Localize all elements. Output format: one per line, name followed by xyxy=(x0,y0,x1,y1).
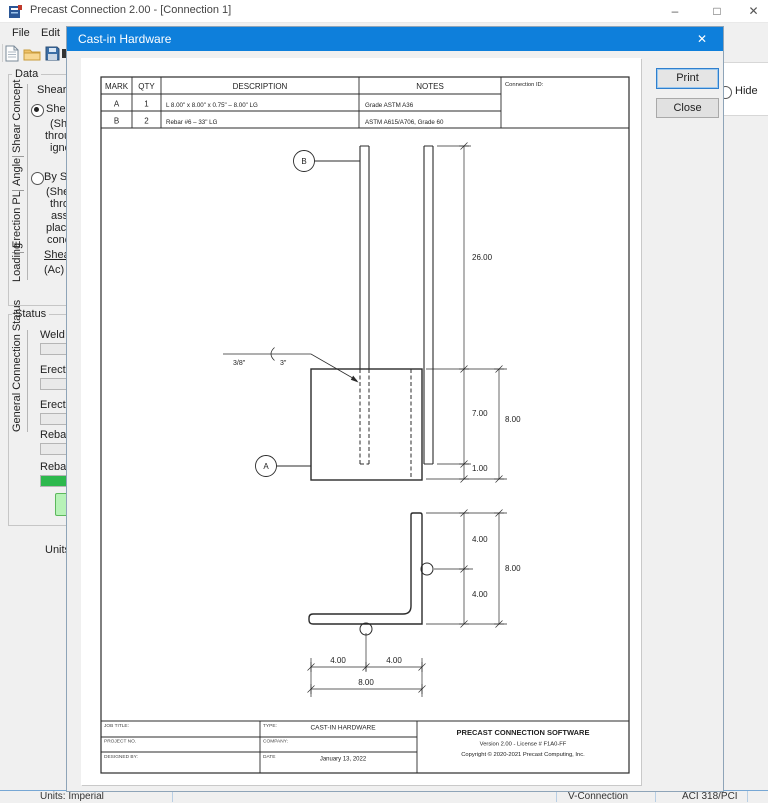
tabstrip-edge xyxy=(27,330,28,432)
new-document-icon[interactable] xyxy=(5,45,19,67)
row-a-mark: A xyxy=(114,100,120,109)
statusbar-separator xyxy=(747,791,748,802)
toolbar-grip xyxy=(2,44,3,62)
tab-angle[interactable]: Angle xyxy=(11,158,23,186)
row-b-qty: 2 xyxy=(144,117,149,126)
tab-erection-pl[interactable]: Erection PL xyxy=(11,191,23,248)
print-button[interactable]: Print xyxy=(656,68,719,89)
tab-loading[interactable]: Loading xyxy=(11,243,23,282)
balloon-a-label: A xyxy=(263,462,269,471)
copyright-line: Copyright © 2020-2021 Precast Computing,… xyxy=(461,751,585,758)
maximize-button[interactable]: □ xyxy=(702,0,732,22)
date-label: DATE xyxy=(263,754,275,760)
close-button[interactable]: ✕ xyxy=(739,0,768,22)
statusbar-separator xyxy=(172,791,173,802)
tab-shear-concept[interactable]: Shear Concept xyxy=(11,80,23,153)
plate-outline xyxy=(310,368,423,481)
table-header-description: DESCRIPTION xyxy=(233,82,288,91)
type-value: CAST-IN HARDWARE xyxy=(310,725,376,732)
dialog-titlebar: Cast-in Hardware ✕ xyxy=(67,27,723,51)
drawing-sheet: MARK QTY DESCRIPTION NOTES Connection ID… xyxy=(81,58,641,785)
row-a-notes: Grade ASTM A36 xyxy=(365,102,414,109)
weld-size-label: 3/8" xyxy=(233,360,246,367)
version-line: Version 2.00 - License # F1A0-FF xyxy=(480,742,567,748)
dim-angle-h1: 4.00 xyxy=(330,656,346,665)
dim-angle-h2: 4.00 xyxy=(386,656,402,665)
menu-edit[interactable]: Edit xyxy=(41,27,60,39)
radio-shear-option1[interactable] xyxy=(31,104,44,117)
date-value: January 13, 2022 xyxy=(320,757,367,763)
statusbar-connection: V-Connection xyxy=(568,791,629,802)
dim-angle-htotal: 8.00 xyxy=(358,678,374,687)
tab-general-connection-status[interactable]: General Connection Status xyxy=(11,300,23,432)
statusbar-units: Units: Imperial xyxy=(40,791,104,802)
dim-angle-v1: 4.00 xyxy=(472,535,488,544)
tabstrip-edge xyxy=(27,84,28,280)
data-group-title: Data xyxy=(12,68,42,80)
job-title-label: JOB TITLE: xyxy=(104,723,129,729)
row-a-description: L 8.00" x 8.00" x 0.75" – 8.00" LG xyxy=(166,102,258,109)
connection-id-label: Connection ID: xyxy=(505,82,544,88)
table-header-qty: QTY xyxy=(138,82,155,91)
dim-angle-vtotal: 8.00 xyxy=(505,564,521,573)
table-header-mark: MARK xyxy=(105,82,129,91)
save-icon[interactable] xyxy=(45,46,60,66)
statusbar-design-code: ACI 318/PCI xyxy=(682,791,738,802)
dimension-lines xyxy=(426,142,507,483)
designed-by-label: DESIGNED BY: xyxy=(104,754,138,760)
window-title: Precast Connection 2.00 - [Connection 1] xyxy=(30,4,232,16)
angle-section-outline xyxy=(308,512,423,625)
dialog-close-icon[interactable]: ✕ xyxy=(685,27,719,51)
dim-angle-v2: 4.00 xyxy=(472,590,488,599)
row-b-notes: ASTM A615/A706, Grade 60 xyxy=(365,119,444,126)
row-a-qty: 1 xyxy=(144,100,149,109)
table-header-notes: NOTES xyxy=(416,82,444,91)
open-folder-icon[interactable] xyxy=(23,47,41,66)
statusbar-separator xyxy=(556,791,557,802)
weld-leader-arrow xyxy=(350,375,359,383)
dialog-title: Cast-in Hardware xyxy=(78,32,172,46)
angle-rebar-circle-right xyxy=(420,562,434,576)
project-no-label: PROJECT NO. xyxy=(104,739,136,745)
window-titlebar: Precast Connection 2.00 - [Connection 1]… xyxy=(0,0,768,23)
tab-separator xyxy=(12,156,24,157)
drawing-frame xyxy=(100,76,630,774)
dim-plate-total: 8.00 xyxy=(505,415,521,424)
dim-plate-lower: 1.00 xyxy=(472,464,488,473)
type-label: TYPE: xyxy=(263,723,277,729)
close-button-dialog[interactable]: Close xyxy=(656,98,719,118)
radio-shear-option2[interactable] xyxy=(31,172,44,185)
dim-rebar-length: 26.00 xyxy=(472,253,493,262)
company-label: COMPANY: xyxy=(263,739,288,745)
menu-file[interactable]: File xyxy=(12,27,30,39)
app-icon xyxy=(8,4,23,24)
balloon-b-label: B xyxy=(301,157,306,166)
cast-in-hardware-dialog: Cast-in Hardware ✕ Print Close MARK QTY … xyxy=(66,26,724,792)
cast-in-hardware-drawing: MARK QTY DESCRIPTION NOTES Connection ID… xyxy=(100,76,630,774)
statusbar-separator xyxy=(655,791,656,802)
minimize-button[interactable]: – xyxy=(660,0,690,22)
row-b-description: Rebar #6 – 33" LG xyxy=(166,119,218,126)
dim-plate-upper: 7.00 xyxy=(472,409,488,418)
hide-radio-label[interactable]: Hide xyxy=(735,85,758,97)
software-name: PRECAST CONNECTION SOFTWARE xyxy=(457,728,590,737)
hidden-rebar-lines xyxy=(359,369,412,480)
weld-length-label: 3" xyxy=(280,360,287,367)
row-b-mark: B xyxy=(114,117,119,126)
